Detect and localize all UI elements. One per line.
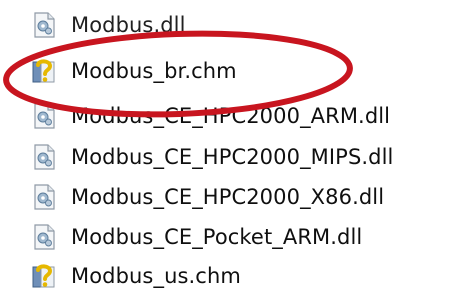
file-name: Modbus_CE_HPC2000_X86.dll bbox=[71, 185, 385, 209]
file-item-modbus-ce-pocket-arm-dll[interactable]: Modbus_CE_Pocket_ARM.dll bbox=[30, 221, 362, 253]
file-item-modbus-us-chm[interactable]: Modbus_us.chm bbox=[30, 260, 241, 292]
file-item-modbus-ce-hpc2000-arm-dll[interactable]: Modbus_CE_HPC2000_ARM.dll bbox=[30, 100, 390, 132]
dll-file-icon bbox=[30, 143, 58, 171]
file-item-modbus-ce-hpc2000-mips-dll[interactable]: Modbus_CE_HPC2000_MIPS.dll bbox=[30, 141, 393, 173]
file-name: Modbus_CE_HPC2000_MIPS.dll bbox=[71, 145, 394, 169]
dll-file-icon bbox=[30, 223, 58, 251]
file-list: Modbus.dll Modbus_br.chm Modbus_CE_HPC20… bbox=[0, 0, 470, 305]
file-item-modbus-ce-hpc2000-x86-dll[interactable]: Modbus_CE_HPC2000_X86.dll bbox=[30, 181, 384, 213]
chm-help-file-icon bbox=[30, 262, 58, 290]
file-name: Modbus_us.chm bbox=[71, 264, 241, 288]
file-name: Modbus_CE_Pocket_ARM.dll bbox=[71, 225, 363, 249]
dll-file-icon bbox=[30, 183, 58, 211]
file-name: Modbus.dll bbox=[71, 13, 186, 37]
file-name: Modbus_CE_HPC2000_ARM.dll bbox=[71, 104, 391, 128]
file-item-modbus-br-chm[interactable]: Modbus_br.chm bbox=[30, 55, 237, 87]
chm-help-file-icon bbox=[30, 57, 58, 85]
dll-file-icon bbox=[30, 102, 58, 130]
file-item-modbus-dll[interactable]: Modbus.dll bbox=[30, 9, 186, 41]
file-name: Modbus_br.chm bbox=[71, 59, 237, 83]
dll-file-icon bbox=[30, 11, 58, 39]
